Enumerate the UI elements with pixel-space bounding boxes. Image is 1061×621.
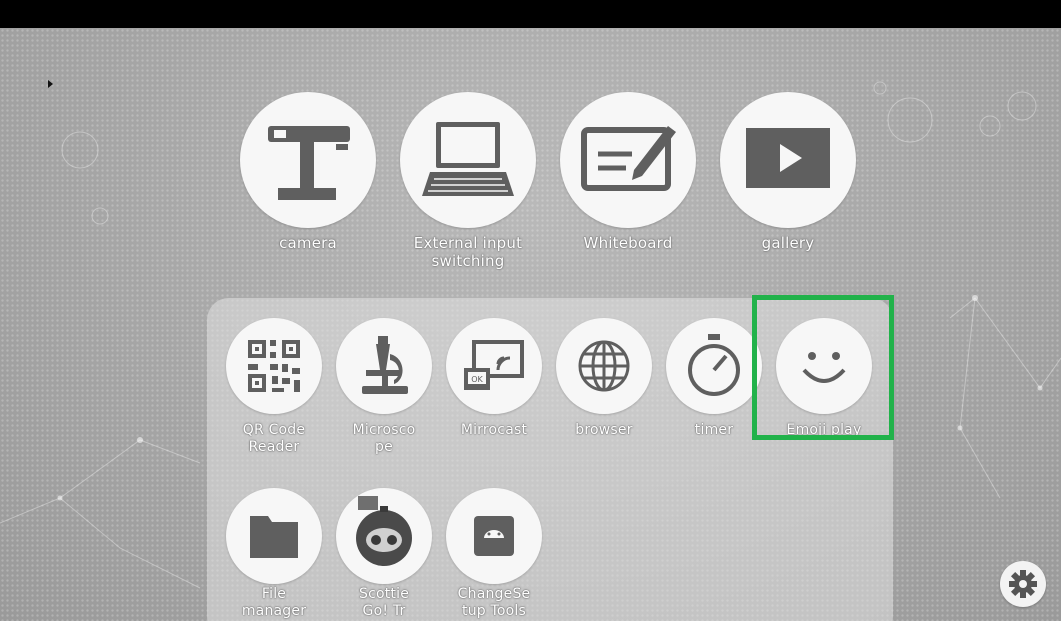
app-label: File manager (241, 586, 307, 619)
laptop-icon (400, 92, 536, 228)
smiley-icon (776, 318, 872, 414)
app-label: camera (279, 234, 337, 252)
scottie-robot-icon (336, 488, 432, 584)
stopwatch-icon (666, 318, 762, 414)
app-camera[interactable]: camera (236, 92, 380, 292)
app-label: QR Code Reader (242, 422, 306, 455)
app-label: External input switching (413, 234, 523, 270)
app-label: browser (575, 422, 633, 438)
microscope-icon (336, 318, 432, 414)
app-label: Microsco pe (352, 422, 416, 455)
whiteboard-pen-icon (560, 92, 696, 228)
app-emoji-play[interactable]: Emoji play (773, 318, 875, 468)
app-browser[interactable]: browser (553, 318, 655, 468)
app-external-input-switching[interactable]: External input switching (396, 92, 540, 292)
app-whiteboard[interactable]: Whiteboard (556, 92, 700, 292)
folder-icon (226, 488, 322, 584)
app-label: ChangeSe tup Tools (457, 586, 531, 619)
app-file-manager[interactable]: File manager (223, 488, 325, 621)
app-label: gallery (761, 234, 815, 252)
app-label: timer (694, 422, 734, 438)
globe-icon (556, 318, 652, 414)
screen-cast-icon: OK (446, 318, 542, 414)
gear-icon (1009, 570, 1037, 598)
play-video-icon (720, 92, 856, 228)
launcher-screen: camera External input switching Whiteboa… (0, 0, 1061, 621)
app-timer[interactable]: timer (663, 318, 765, 468)
svg-text:OK: OK (471, 375, 483, 384)
qr-code-icon (226, 318, 322, 414)
app-gallery[interactable]: gallery (716, 92, 860, 292)
android-icon (446, 488, 542, 584)
app-label: Mirrocast (460, 422, 528, 438)
settings-button[interactable] (1000, 561, 1046, 607)
app-label: Emoji play (786, 422, 862, 438)
app-qr-code-reader[interactable]: QR Code Reader (223, 318, 325, 468)
app-label: Whiteboard (583, 234, 673, 252)
app-microscope[interactable]: Microsco pe (333, 318, 435, 468)
top-status-bar (0, 0, 1061, 28)
app-label: Scottie Go! Tr (358, 586, 410, 619)
mouse-pointer-icon (48, 80, 53, 88)
app-mirrocast[interactable]: OK Mirrocast (443, 318, 545, 468)
app-scottie-go[interactable]: Scottie Go! Tr (333, 488, 435, 621)
document-camera-icon (240, 92, 376, 228)
app-changesetup-tools[interactable]: ChangeSe tup Tools (443, 488, 545, 621)
